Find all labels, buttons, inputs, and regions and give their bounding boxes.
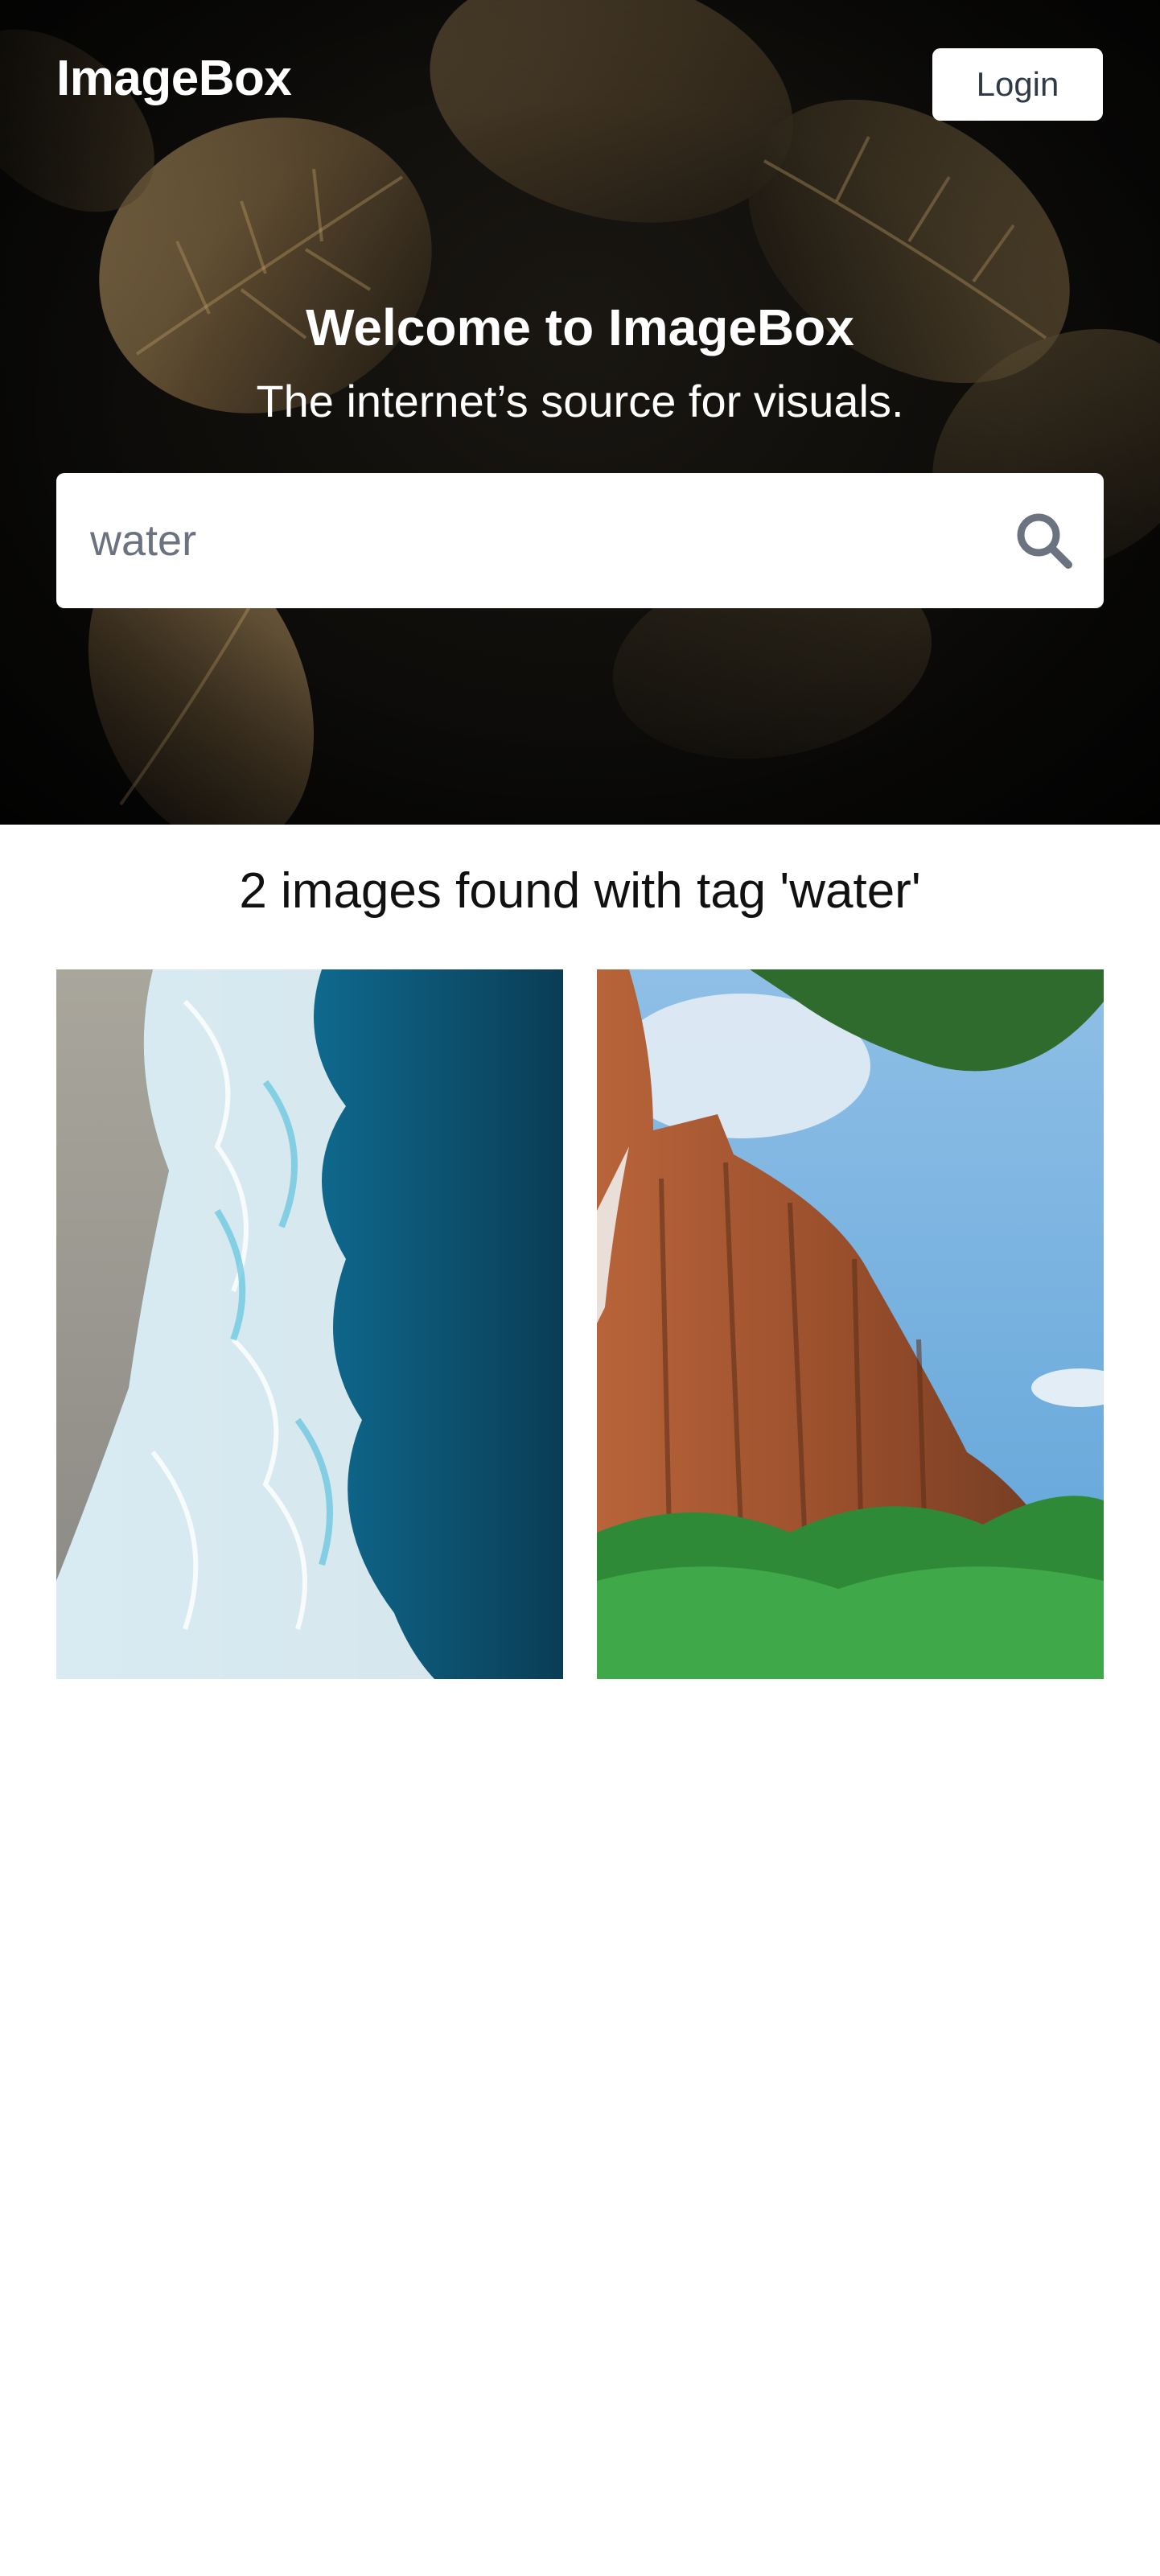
search-icon[interactable] — [1014, 510, 1075, 571]
hero-title: Welcome to ImageBox — [306, 298, 854, 356]
search-bar — [56, 473, 1104, 608]
brand-logo[interactable]: ImageBox — [56, 50, 292, 107]
results-heading: 2 images found with tag 'water' — [239, 863, 921, 919]
search-input[interactable] — [88, 473, 989, 608]
result-image-red-cliff[interactable] — [597, 969, 1104, 1679]
hero-subtitle: The internet’s source for visuals. — [256, 376, 904, 426]
result-image-ocean-waves[interactable] — [56, 969, 563, 1679]
login-button[interactable]: Login — [932, 48, 1103, 121]
hero-header: ImageBox Login Welcome to ImageBox The i… — [0, 0, 1160, 825]
